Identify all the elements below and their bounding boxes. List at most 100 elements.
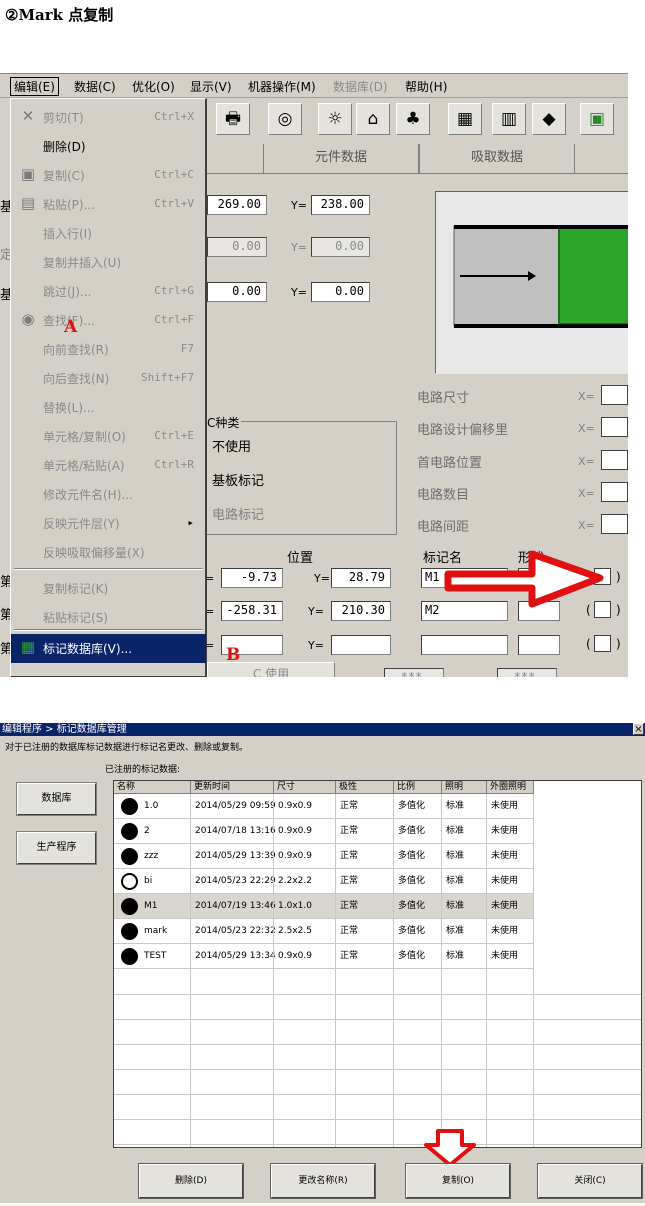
print-icon[interactable]: 🖶	[216, 103, 250, 135]
menu-item-label: 粘贴(P)...	[43, 198, 96, 212]
table-row[interactable]: M1 2014/07/19 13:46 1.0x1.0 正常 多值化 标准 未使用	[114, 894, 534, 919]
edit-menu-item[interactable]: 插入行(I)	[11, 219, 206, 248]
mark3-shape[interactable]	[518, 635, 560, 655]
edit-menu-item[interactable]: 反映元件层(Y) ▸	[11, 509, 206, 538]
edit-menu-item[interactable]: 复制并插入(U)	[11, 248, 206, 277]
edit-menu-item[interactable]: 单元格/复制(O) Ctrl+E	[11, 422, 206, 451]
mark3-name[interactable]	[421, 635, 508, 655]
menu-data[interactable]: 数据(C)	[74, 78, 116, 95]
edit-menu-item[interactable]: 向后查找(N) Shift+F7	[11, 364, 206, 393]
column-header[interactable]: 更新时间	[191, 781, 274, 794]
grid-line	[393, 794, 394, 1147]
masked-field: ***	[384, 668, 444, 677]
field-row3-x[interactable]: 0.00	[207, 282, 267, 302]
table-row[interactable]: 2 2014/07/18 13:16 0.9x0.9 正常 多值化 标准 未使用	[114, 819, 534, 844]
edit-menu-item[interactable]: 删除(D)	[11, 132, 206, 161]
mark3-y[interactable]	[331, 635, 391, 655]
mark2-x[interactable]: -258.31	[221, 601, 283, 621]
edit-menu-item[interactable]: ✕ 剪切(T) Ctrl+X	[11, 103, 206, 132]
table-row[interactable]: 1.0 2014/05/29 09:59 0.9x0.9 正常 多值化 标准 未使用	[114, 794, 534, 819]
edit-menu-item[interactable]: 单元格/粘贴(A) Ctrl+R	[11, 451, 206, 480]
menu-separator	[14, 629, 203, 631]
table-cell-size: 0.9x0.9	[274, 944, 336, 969]
table-row[interactable]: bi 2014/05/23 22:29 2.2x2.2 正常 多值化 标准 未使用	[114, 869, 534, 894]
edit-menu-item[interactable]: 替换(L)...	[11, 393, 206, 422]
mark-type-circuit[interactable]: 电路标记	[212, 504, 264, 523]
circuit-pitch-x[interactable]	[601, 514, 628, 534]
circuit-size-x[interactable]	[601, 385, 628, 405]
close-icon[interactable]: ×	[633, 723, 644, 735]
field-row1-y[interactable]: 238.00	[311, 195, 370, 215]
edit-menu-item[interactable]: 向前查找(R) F7	[11, 335, 206, 364]
edit-menu-item[interactable]: 复制标记(K)	[11, 574, 206, 603]
table-cell-polarity: 正常	[336, 869, 394, 894]
grid-line	[190, 794, 191, 1147]
shapes-icon[interactable]: ♣	[396, 103, 430, 135]
table-cell-name: TEST	[114, 944, 191, 969]
menu-help[interactable]: 帮助(H)	[405, 78, 447, 95]
binoculars-icon[interactable]: ◎	[268, 103, 302, 135]
table-cell-outer: 未使用	[487, 819, 534, 844]
tab-pickup-data[interactable]: 吸取数据	[419, 144, 575, 174]
table-cell-ratio: 多值化	[394, 944, 442, 969]
field-row1-x[interactable]: 269.00	[207, 195, 267, 215]
table-cell-time: 2014/05/29 13:34	[191, 944, 276, 969]
edit-menu-item[interactable]: ▤ 粘贴(P)... Ctrl+V	[11, 190, 206, 219]
mark1-x[interactable]: -9.73	[221, 568, 283, 588]
edit-menu-item[interactable]: 粘贴标记(S)	[11, 603, 206, 632]
mark-type-title: C种类	[207, 414, 242, 431]
edit-menu-item[interactable]: 反映吸取偏移量(X)	[11, 538, 206, 567]
mark-shape-icon	[121, 873, 138, 890]
production-program-button[interactable]: 生产程序	[16, 831, 97, 865]
column-header[interactable]: 比例	[394, 781, 442, 794]
table-cell-name: zzz	[114, 844, 191, 869]
mark1-y[interactable]: 28.79	[331, 568, 391, 588]
close-button[interactable]: 关闭(C)	[537, 1163, 643, 1199]
edit-menu-item[interactable]: ▣ 复制(C) Ctrl+C	[11, 161, 206, 190]
table-cell-size: 0.9x0.9	[274, 844, 336, 869]
feeder-icon[interactable]: ▥	[492, 103, 526, 135]
field-row3-y[interactable]: 0.00	[311, 282, 370, 302]
machine-icon[interactable]: ⌂	[356, 103, 390, 135]
edit-menu-item[interactable]: ▦ 标记数据库(V)...	[11, 634, 206, 663]
circuit-offset-x[interactable]	[601, 417, 628, 437]
field-row2-y[interactable]: 0.00	[311, 237, 370, 257]
column-header[interactable]: 尺寸	[274, 781, 336, 794]
edit-menu-item[interactable]: ◉ 查找(F)... Ctrl+F	[11, 306, 206, 335]
table-row[interactable]: TEST 2014/05/29 13:34 0.9x0.9 正常 多值化 标准 未使用	[114, 944, 534, 969]
copy-button[interactable]: 复制(O)	[405, 1163, 511, 1199]
column-header[interactable]: 名称	[114, 781, 191, 794]
box-icon[interactable]: ◆	[532, 103, 566, 135]
mark-type-board[interactable]: 基板标记	[212, 470, 264, 489]
menu-edit[interactable]: 编辑(E)	[10, 77, 59, 96]
doc-heading: ②Mark 点复制	[5, 6, 114, 24]
tab-component-data[interactable]: 元件数据	[263, 144, 419, 174]
delete-button[interactable]: 删除(D)	[138, 1163, 244, 1199]
column-header[interactable]: 极性	[336, 781, 394, 794]
lightbulb-icon[interactable]: ☼	[318, 103, 352, 135]
first-circuit-x[interactable]	[601, 450, 628, 470]
mark-icon[interactable]: ▣	[580, 103, 614, 135]
field-row2-x[interactable]: 0.00	[207, 237, 267, 257]
mark2-y[interactable]: 210.30	[331, 601, 391, 621]
menu-view[interactable]: 显示(V)	[190, 78, 232, 95]
mark-type-none[interactable]: 不使用	[212, 436, 251, 455]
x-label: X=	[578, 487, 595, 500]
menu-database[interactable]: 数据库(D)	[333, 78, 388, 95]
menu-machine[interactable]: 机器操作(M)	[248, 78, 316, 95]
grid-line	[533, 794, 534, 1147]
rename-button[interactable]: 更改名称(R)	[270, 1163, 376, 1199]
database-button[interactable]: 数据库	[16, 782, 97, 816]
edit-menu-item[interactable]: 修改元件名(H)...	[11, 480, 206, 509]
column-header[interactable]: 外圈照明	[487, 781, 534, 794]
table-row[interactable]: mark 2014/05/23 22:32 2.5x2.5 正常 多值化 标准 未使用	[114, 919, 534, 944]
circuit-count-x[interactable]	[601, 482, 628, 502]
menu-optimize[interactable]: 优化(O)	[132, 78, 175, 95]
table-label: 已注册的标记数据:	[105, 765, 181, 775]
grid-icon[interactable]: ▦	[448, 103, 482, 135]
table-row[interactable]: zzz 2014/05/29 13:39 0.9x0.9 正常 多值化 标准 未使用	[114, 844, 534, 869]
mark3-checkbox[interactable]	[594, 635, 611, 652]
edit-menu-item[interactable]: 跳过(J)... Ctrl+G	[11, 277, 206, 306]
column-header[interactable]: 照明	[442, 781, 487, 794]
menu-item-shortcut: Ctrl+X	[154, 110, 194, 123]
